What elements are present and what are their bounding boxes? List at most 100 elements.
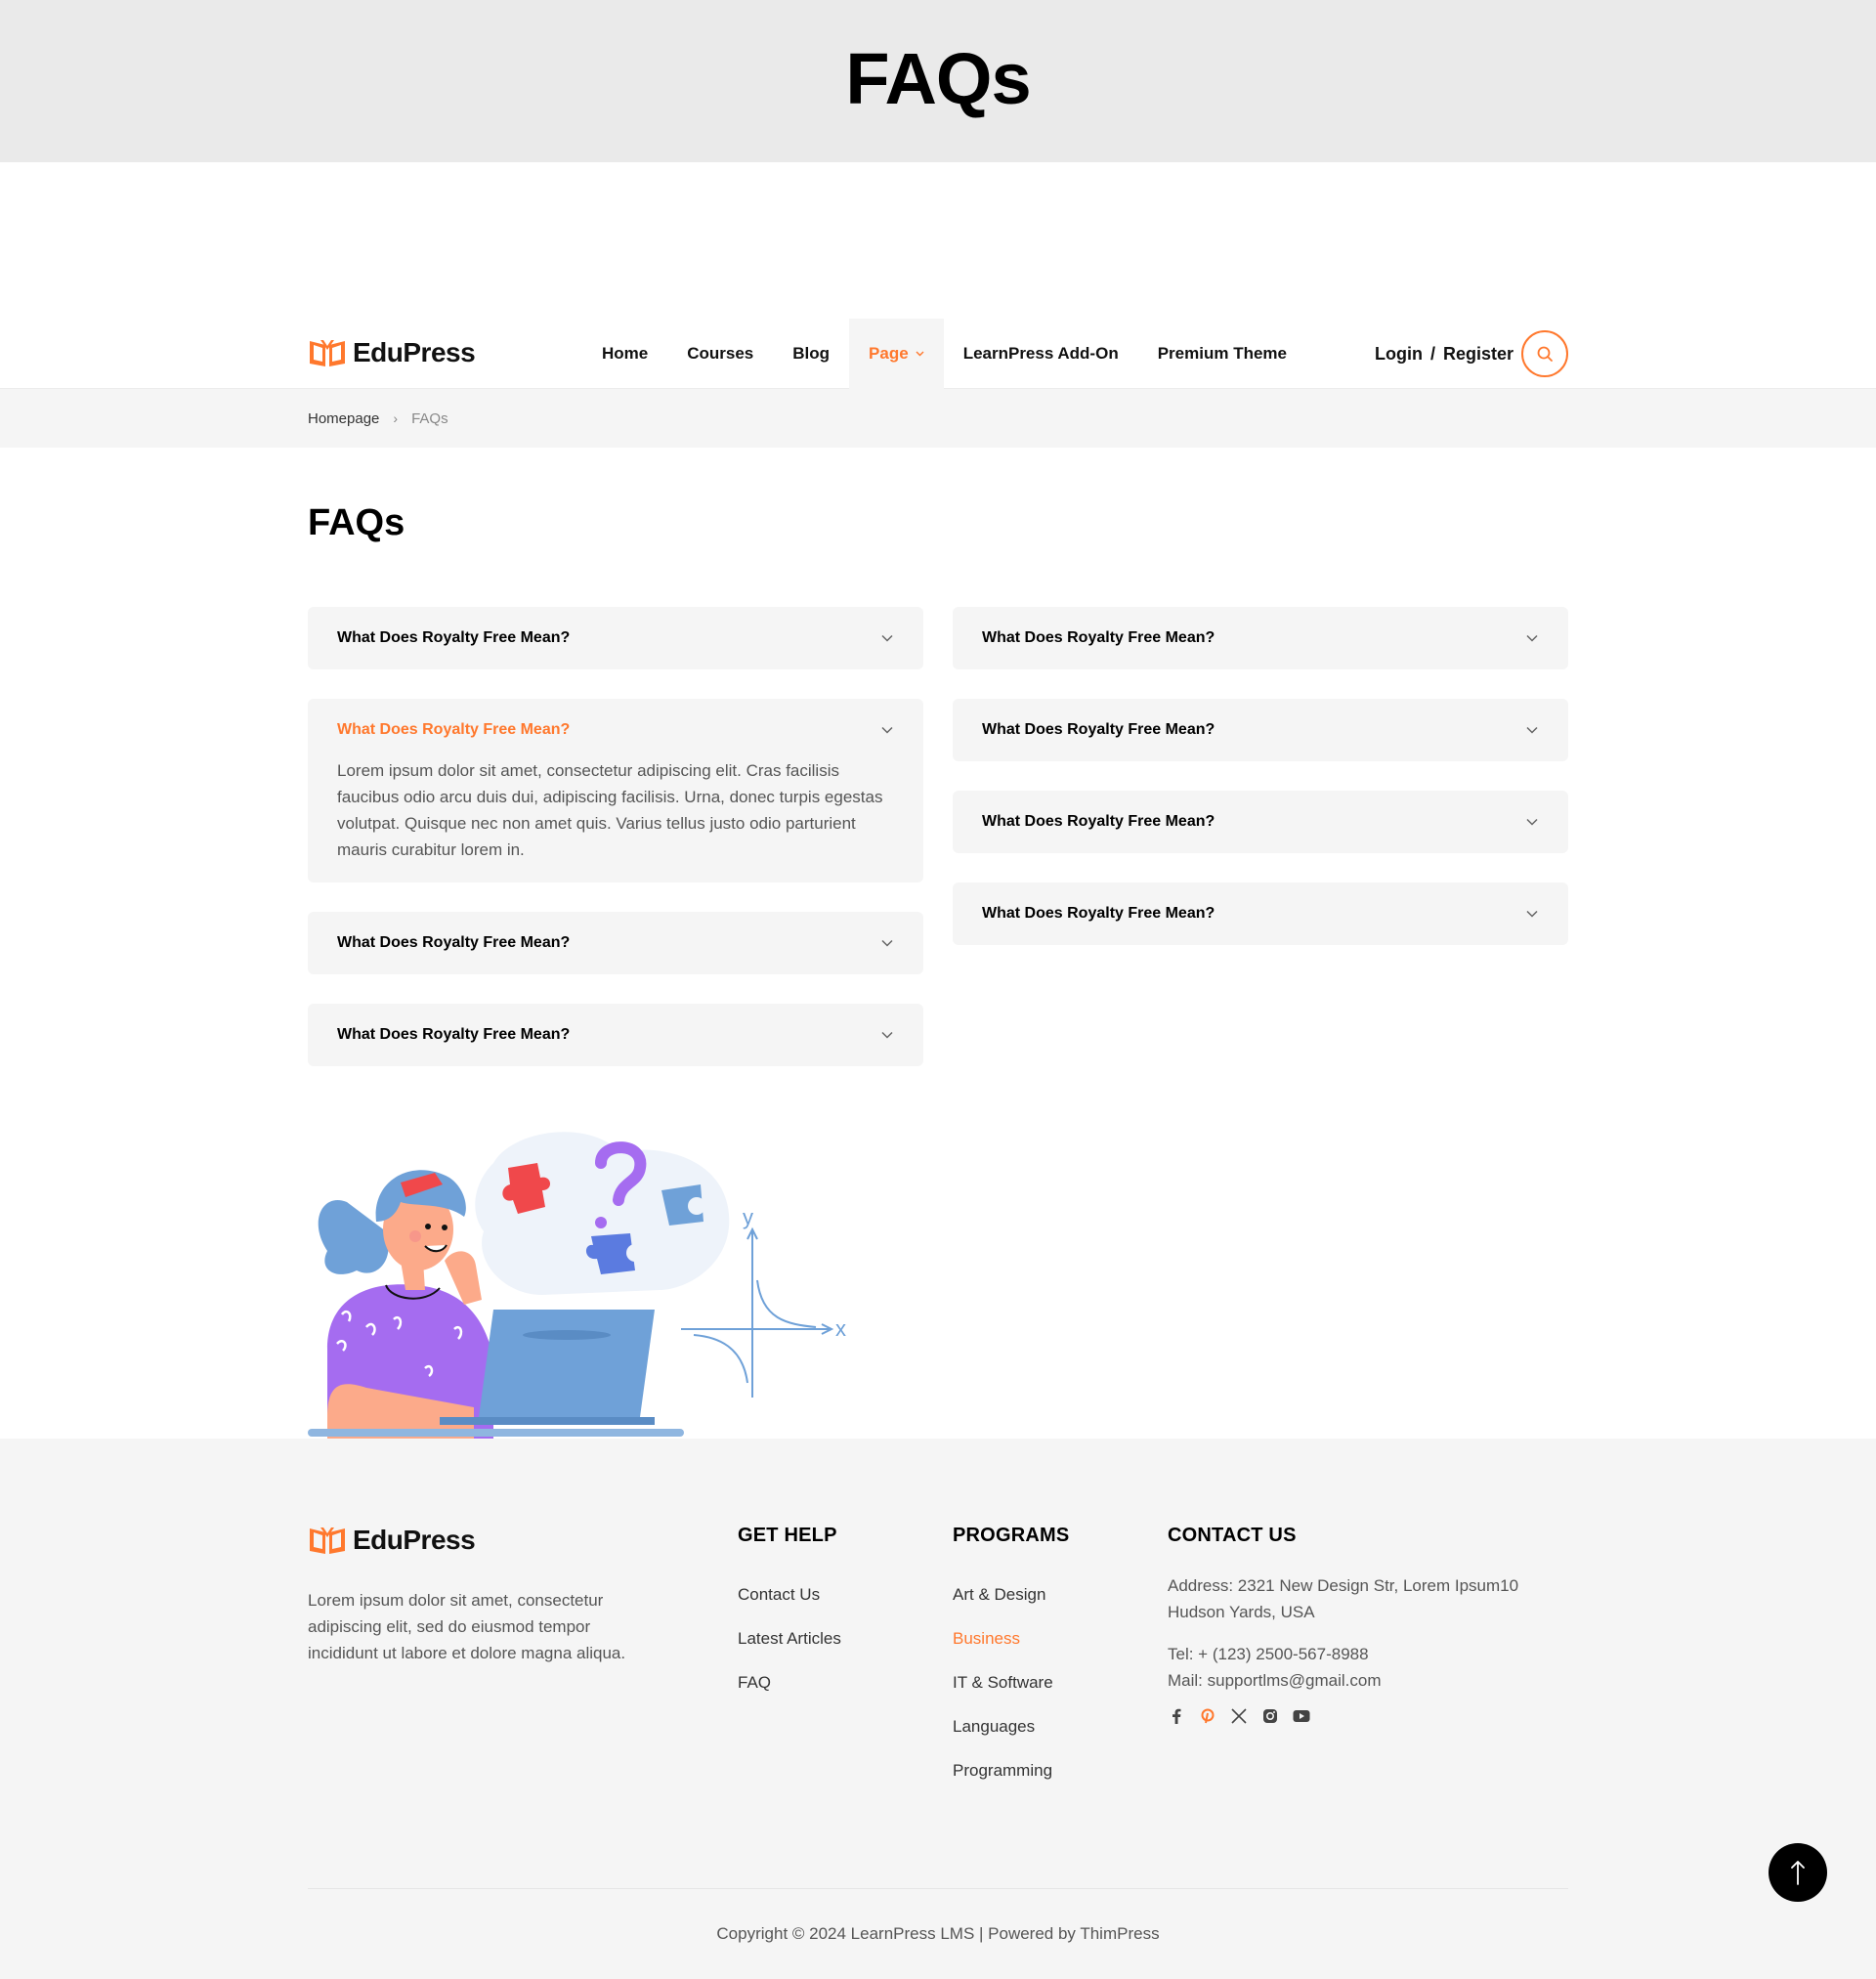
chevron-down-icon xyxy=(916,351,924,357)
faq-question: What Does Royalty Free Mean? xyxy=(337,934,571,951)
graph-x-label: x xyxy=(835,1316,846,1341)
footer-contact: CONTACT US Address: 2321 New Design Str,… xyxy=(1168,1525,1539,1725)
faq-toggle[interactable]: What Does Royalty Free Mean? xyxy=(308,1004,923,1066)
nav-label: Premium Theme xyxy=(1157,344,1287,363)
site-footer: EduPress Lorem ipsum dolor sit amet, con… xyxy=(0,1439,1876,1979)
faq-toggle[interactable]: What Does Royalty Free Mean? xyxy=(953,607,1568,669)
chevron-down-icon xyxy=(1526,818,1538,826)
chevron-right-icon: › xyxy=(393,410,399,426)
chevron-down-icon xyxy=(881,634,893,642)
faq-question: What Does Royalty Free Mean? xyxy=(337,629,571,646)
pinterest-icon[interactable] xyxy=(1199,1707,1216,1725)
contact-tel: Tel: + (123) 2500-567-8988 xyxy=(1168,1645,1369,1663)
footer-heading: GET HELP xyxy=(738,1525,837,1546)
faq-toggle[interactable]: What Does Royalty Free Mean? xyxy=(953,699,1568,761)
logo-text: EduPress xyxy=(353,1525,476,1555)
search-icon xyxy=(1537,346,1553,362)
faq-toggle[interactable]: What Does Royalty Free Mean? xyxy=(308,699,923,761)
faq-column-right: What Does Royalty Free Mean? What Does R… xyxy=(953,607,1568,945)
contact-mail: Mail: supportlms@gmail.com xyxy=(1168,1671,1382,1690)
footer-link-business[interactable]: Business xyxy=(953,1628,1069,1649)
youtube-icon[interactable] xyxy=(1293,1707,1310,1725)
faq-question: What Does Royalty Free Mean? xyxy=(982,813,1215,830)
chevron-down-icon xyxy=(881,726,893,734)
nav-label: Blog xyxy=(792,344,831,363)
faq-question: What Does Royalty Free Mean? xyxy=(982,721,1215,738)
footer-programs: PROGRAMS Art & Design Business IT & Soft… xyxy=(953,1525,1069,1804)
footer-link-programming[interactable]: Programming xyxy=(953,1760,1069,1781)
footer-logo[interactable]: EduPress xyxy=(308,1525,476,1556)
nav-item-home[interactable]: Home xyxy=(582,319,667,389)
chevron-down-icon xyxy=(881,939,893,947)
footer-divider xyxy=(308,1888,1568,1889)
faq-column-left: What Does Royalty Free Mean? What Does R… xyxy=(308,607,923,1066)
faq-question: What Does Royalty Free Mean? xyxy=(982,905,1215,922)
nav-item-learnpress-addon[interactable]: LearnPress Add-On xyxy=(944,319,1138,389)
instagram-icon[interactable] xyxy=(1261,1707,1279,1725)
top-banner: FAQs xyxy=(0,0,1876,162)
nav-item-blog[interactable]: Blog xyxy=(773,319,849,389)
graph-y-label: y xyxy=(743,1205,753,1229)
faq-item: What Does Royalty Free Mean? Lorem ipsum… xyxy=(308,699,923,882)
page-title: FAQs xyxy=(308,502,405,543)
social-links xyxy=(1168,1707,1539,1725)
chevron-down-icon xyxy=(1526,726,1538,734)
nav-item-page[interactable]: Page xyxy=(849,319,944,389)
faq-item: What Does Royalty Free Mean? xyxy=(308,1004,923,1066)
faq-item: What Does Royalty Free Mean? xyxy=(308,607,923,669)
login-separator: / xyxy=(1429,343,1435,364)
chevron-down-icon xyxy=(881,1031,893,1039)
nav-label: Courses xyxy=(687,344,754,363)
faq-question: What Does Royalty Free Mean? xyxy=(982,629,1215,646)
login-register: Login / Register xyxy=(1375,319,1514,389)
footer-description: Lorem ipsum dolor sit amet, consectetur … xyxy=(308,1591,626,1662)
x-icon[interactable] xyxy=(1230,1707,1248,1725)
footer-link-languages[interactable]: Languages xyxy=(953,1716,1069,1737)
faq-item: What Does Royalty Free Mean? xyxy=(953,607,1568,669)
footer-link-latest-articles[interactable]: Latest Articles xyxy=(738,1628,841,1649)
faq-illustration: y x xyxy=(308,1132,846,1439)
facebook-icon[interactable] xyxy=(1168,1707,1185,1725)
book-logo-icon xyxy=(310,340,345,366)
nav-label: LearnPress Add-On xyxy=(962,344,1119,363)
register-link[interactable]: Register xyxy=(1443,344,1514,365)
faq-question: What Does Royalty Free Mean? xyxy=(337,721,571,738)
footer-get-help: GET HELP Contact Us Latest Articles FAQ xyxy=(738,1525,841,1716)
footer-link-faq[interactable]: FAQ xyxy=(738,1672,841,1693)
header-logo[interactable]: EduPress xyxy=(308,337,476,368)
back-to-top-button[interactable] xyxy=(1769,1843,1827,1902)
faq-answer: Lorem ipsum dolor sit amet, consectetur … xyxy=(337,761,883,859)
logo-text: EduPress xyxy=(353,337,476,367)
faq-item: What Does Royalty Free Mean? xyxy=(953,699,1568,761)
nav-item-courses[interactable]: Courses xyxy=(667,319,773,389)
breadcrumb-current: FAQs xyxy=(411,409,448,427)
login-link[interactable]: Login xyxy=(1375,344,1423,365)
breadcrumb: Homepage › FAQs xyxy=(308,389,448,448)
copyright: Copyright © 2024 LearnPress LMS | Powere… xyxy=(716,1924,1160,1943)
faq-toggle[interactable]: What Does Royalty Free Mean? xyxy=(308,607,923,669)
breadcrumb-bar: Homepage › FAQs xyxy=(0,389,1876,448)
search-button[interactable] xyxy=(1521,330,1568,377)
faq-toggle[interactable]: What Does Royalty Free Mean? xyxy=(308,912,923,974)
footer-link-contact-us[interactable]: Contact Us xyxy=(738,1584,841,1605)
nav-label: Home xyxy=(602,344,649,363)
nav-item-premium-theme[interactable]: Premium Theme xyxy=(1138,319,1306,389)
breadcrumb-home[interactable]: Homepage xyxy=(308,410,379,427)
arrow-up-icon xyxy=(1791,1861,1805,1885)
faq-item: What Does Royalty Free Mean? xyxy=(953,791,1568,853)
main-nav: Home Courses Blog Page LearnPress Add-On… xyxy=(582,319,1306,389)
faq-item: What Does Royalty Free Mean? xyxy=(953,882,1568,945)
chevron-down-icon xyxy=(1526,910,1538,918)
faq-toggle[interactable]: What Does Royalty Free Mean? xyxy=(953,791,1568,853)
site-header: EduPress Home Courses Blog Page LearnPre… xyxy=(0,319,1876,389)
chevron-down-icon xyxy=(1526,634,1538,642)
footer-heading: CONTACT US xyxy=(1168,1525,1297,1546)
footer-heading: PROGRAMS xyxy=(953,1525,1070,1546)
banner-title: FAQs xyxy=(845,38,1031,119)
footer-link-art-design[interactable]: Art & Design xyxy=(953,1584,1069,1605)
faq-question: What Does Royalty Free Mean? xyxy=(337,1026,571,1043)
faq-item: What Does Royalty Free Mean? xyxy=(308,912,923,974)
faq-toggle[interactable]: What Does Royalty Free Mean? xyxy=(953,882,1568,945)
contact-address: Address: 2321 New Design Str, Lorem Ipsu… xyxy=(1168,1576,1519,1621)
footer-link-it-software[interactable]: IT & Software xyxy=(953,1672,1069,1693)
